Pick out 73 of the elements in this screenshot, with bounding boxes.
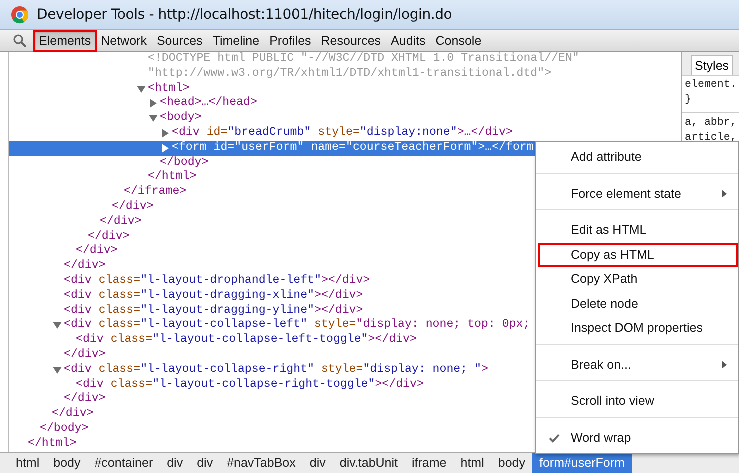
html-tag-text: <div class="l-layout-collapse-left-toggle"></div> [76, 333, 417, 348]
closing-tag-text: </html> [28, 436, 77, 452]
css-rule-text: article, [684, 131, 738, 146]
menu-item[interactable]: Inspect DOM properties [536, 316, 738, 340]
panel-tab[interactable]: Elements [34, 30, 96, 50]
menu-item[interactable]: Edit as HTML [536, 218, 738, 242]
breadcrumb-item[interactable]: body [491, 453, 532, 473]
disclosure-triangle-icon[interactable] [53, 321, 62, 330]
breadcrumb-item[interactable]: form#userForm [532, 453, 632, 473]
panel-tab[interactable]: Audits [386, 30, 431, 50]
menu-item[interactable]: Word wrap [536, 426, 738, 450]
disclosure-triangle-icon[interactable] [149, 114, 158, 124]
styles-tab[interactable]: Styles [691, 55, 734, 75]
closing-tag-text: </div> [76, 244, 118, 260]
closing-tag-text: </html> [148, 170, 197, 186]
html-tag-text: <!DOCTYPE html PUBLIC "-//W3C//DTD XHTML 1.0 Transitional//EN" [148, 52, 580, 67]
dom-tree-row[interactable]: <html> [9, 82, 681, 96]
panel-tab[interactable]: Console [430, 30, 487, 50]
menu-item[interactable]: Add attribute [536, 145, 738, 170]
menu-item[interactable]: Delete node [536, 292, 738, 316]
dom-tree-row[interactable]: <div id="breadCrumb" style="display:none">…</div> [9, 126, 681, 141]
menu-item[interactable]: Copy as HTML [538, 242, 738, 267]
browser-logo-icon [11, 6, 29, 24]
breadcrumb-item[interactable]: #navTabBox [220, 453, 303, 473]
closing-tag-text: </div> [112, 200, 154, 215]
html-tag-text: <body> [160, 111, 202, 126]
closing-tag-text: </body> [160, 156, 209, 170]
html-tag-text: <form id="userForm" name="courseTeacherForm">…</form [172, 140, 534, 156]
disclosure-triangle-icon[interactable] [161, 144, 170, 153]
html-tag-text: <div class="l-layout-collapse-left" style="display: none; top: 0px; [64, 318, 530, 334]
css-rule-text: element. [684, 78, 738, 93]
breadcrumb-item[interactable]: div [190, 453, 220, 473]
breadcrumb-item[interactable]: div [160, 453, 190, 473]
panel-tab[interactable]: Profiles [264, 30, 316, 50]
closing-tag-text: </div> [64, 392, 106, 408]
window-title: Developer Tools - http://localhost:11001/hitech/login/login.do [37, 6, 452, 22]
html-tag-text: <head>…</head> [160, 96, 258, 112]
panel-tab[interactable]: Sources [152, 30, 208, 50]
html-tag-text: <div id="breadCrumb" style="display:none">…</div> [172, 126, 513, 141]
breadcrumb-item[interactable]: html [454, 453, 492, 473]
menu-item[interactable]: Scroll into view [536, 389, 738, 414]
css-rule-text: a, abbr, [684, 116, 738, 131]
closing-tag-text: </div> [64, 348, 106, 363]
closing-tag-text: </div> [52, 407, 94, 422]
breadcrumb-item[interactable]: div.tabUnit [332, 453, 406, 473]
dom-tree-row[interactable]: <head>…</head> [9, 96, 681, 112]
html-tag-text: <div class="l-layout-collapse-right-toggle"></div> [76, 378, 424, 392]
disclosure-triangle-icon[interactable] [137, 84, 146, 94]
menu-item[interactable]: Break on... [536, 352, 738, 377]
disclosure-triangle-icon[interactable] [149, 99, 158, 108]
closing-tag-text: </iframe> [124, 185, 187, 200]
breadcrumb-item[interactable]: html [9, 453, 47, 473]
panel-tab[interactable]: Timeline [208, 30, 265, 50]
closing-tag-text: </div> [88, 230, 130, 244]
disclosure-triangle-icon[interactable] [161, 128, 170, 138]
breadcrumb-item[interactable]: #container [88, 453, 160, 473]
html-tag-text: <html> [148, 82, 190, 96]
disclosure-triangle-icon[interactable] [53, 366, 62, 375]
closing-tag-text: </body> [40, 422, 89, 437]
panel-tab[interactable]: Resources [316, 30, 386, 50]
menu-item[interactable]: Force element state [536, 182, 738, 206]
html-tag-text: "http://www.w3.org/TR/xhtml1/DTD/xhtml1-transitional.dtd"> [148, 66, 552, 82]
closing-tag-text: </div> [100, 214, 142, 230]
breadcrumb-item[interactable]: body [46, 453, 88, 473]
closing-tag-text: </div> [64, 259, 106, 274]
search-icon[interactable] [13, 34, 27, 48]
breadcrumb-item[interactable]: div [302, 453, 333, 473]
html-tag-text: <div class="l-layout-collapse-right" style="display: none; "> [64, 362, 488, 378]
css-rule-text: } [684, 93, 692, 108]
menu-item[interactable]: Copy XPath [536, 267, 738, 292]
dom-tree-row[interactable]: <body> [9, 111, 681, 126]
breadcrumb-item[interactable]: iframe [405, 453, 454, 473]
panel-tab[interactable]: Network [96, 30, 152, 50]
